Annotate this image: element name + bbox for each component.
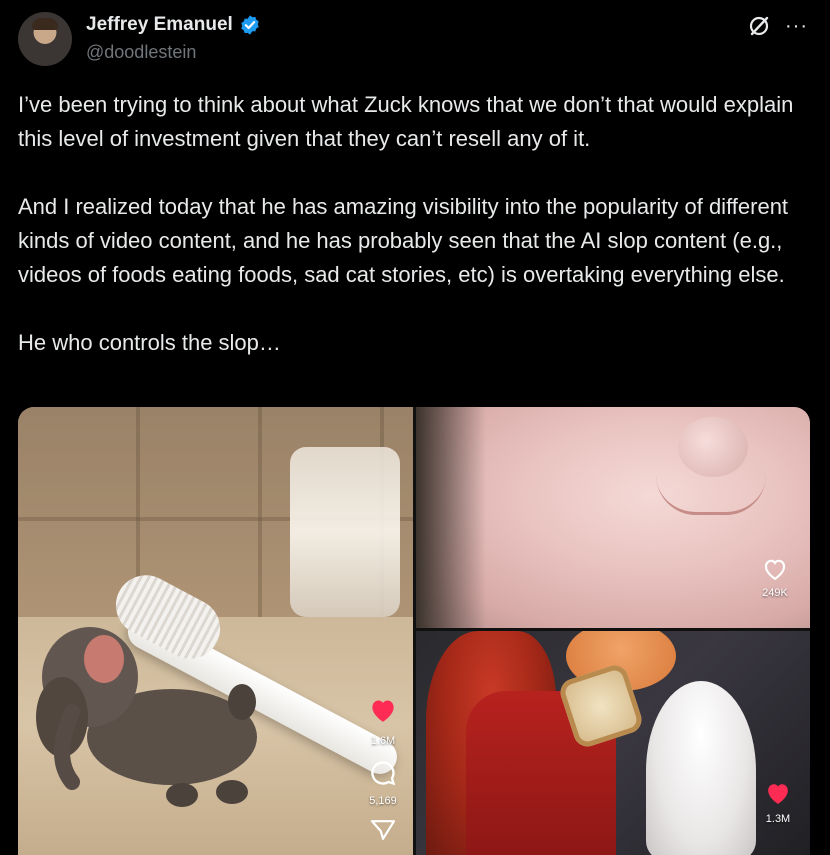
header-actions: ···	[747, 14, 808, 38]
media-image-elephant[interactable]: 1.6M 5,169	[18, 407, 413, 855]
heart-filled-icon[interactable]	[368, 697, 398, 723]
jar-image	[290, 447, 400, 617]
avatar[interactable]	[18, 12, 72, 66]
left-tile-actions: 1.6M 5,169	[368, 697, 398, 841]
top-right-like-count: 249K	[762, 587, 788, 599]
bottom-right-like-count: 1.3M	[765, 813, 791, 825]
author-handle[interactable]: @doodlestein	[86, 42, 196, 63]
media-grid: 1.6M 5,169 249K 1.3M	[18, 407, 810, 855]
tweet-header: Jeffrey Emanuel @doodlestein ···	[18, 12, 812, 68]
grok-icon[interactable]	[747, 14, 771, 38]
author-name-row: Jeffrey Emanuel	[86, 14, 261, 36]
left-like-count: 1.6M	[370, 735, 396, 747]
media-image-face[interactable]: 249K	[416, 407, 810, 628]
verified-badge-icon	[241, 15, 259, 35]
top-right-actions: 249K	[761, 557, 789, 599]
author-name[interactable]: Jeffrey Emanuel	[86, 14, 233, 36]
left-comment-count: 5,169	[369, 795, 397, 807]
comment-icon[interactable]	[369, 759, 397, 787]
mouth-shape	[656, 475, 766, 515]
more-icon[interactable]: ···	[785, 16, 808, 36]
heart-outline-icon[interactable]	[761, 557, 789, 581]
tweet-text: I’ve been trying to think about what Zuc…	[18, 92, 794, 355]
white-cat	[646, 681, 756, 855]
face-shadow	[416, 407, 486, 628]
share-icon[interactable]	[369, 819, 397, 841]
media-image-cats[interactable]: 1.3M	[416, 631, 810, 855]
heart-filled-icon[interactable]	[764, 781, 792, 805]
elephant-figure	[36, 627, 257, 807]
bottom-right-actions: 1.3M	[764, 781, 792, 825]
nose-shape	[678, 417, 748, 477]
